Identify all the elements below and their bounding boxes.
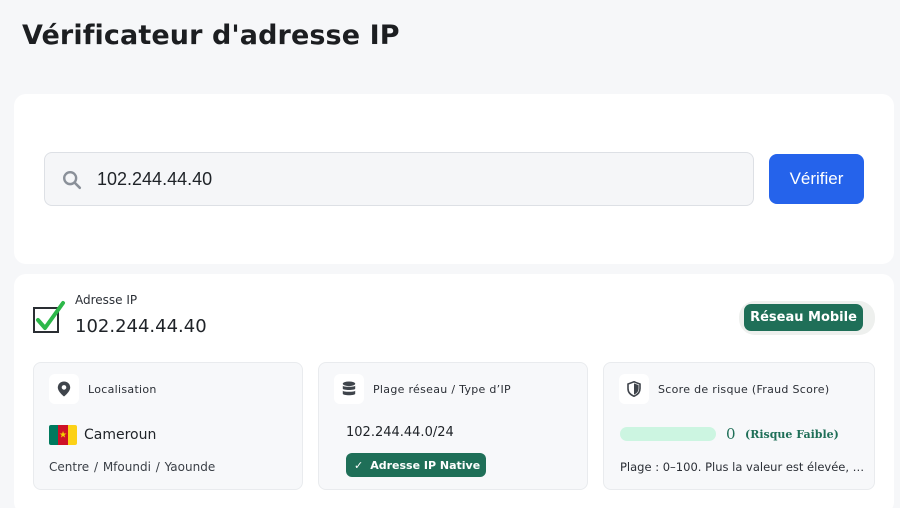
risk-score-card: Score de risque (Fraud Score) 0 (Risque … [603,362,875,490]
cameroon-flag-icon: ★ [49,425,77,445]
mobile-network-badge: Réseau Mobile [744,304,863,331]
path-separator: / [155,460,160,474]
verify-button[interactable]: Vérifier [769,154,864,204]
risk-score-value: 0 [726,425,736,443]
checkmark-icon: ✓ [354,458,364,472]
shield-icon [627,381,641,397]
path-separator: / [93,460,98,474]
risk-score-bar [620,427,716,441]
region-name: Centre [49,460,90,474]
network-icon-box [334,374,364,404]
ip-search-input[interactable] [97,153,737,205]
checkbox-checked-icon [33,301,65,333]
map-pin-icon [57,381,71,397]
network-range-card: Plage réseau / Type d’IP 102.244.44.0/24… [318,362,588,490]
risk-level-label: (Risque Faible) [745,428,839,441]
location-path: Centre / Mfoundi / Yaounde [49,460,215,474]
department-name: Mfoundi [102,460,151,474]
network-badge-container: Réseau Mobile [739,301,875,335]
native-ip-badge: ✓ Adresse IP Native [346,453,487,477]
database-icon [342,381,356,396]
country-name: Cameroun [84,427,157,443]
page-title: Vérificateur d'adresse IP [22,20,400,51]
result-card: Adresse IP 102.244.44.40 Réseau Mobile L… [14,274,894,508]
native-ip-label: Adresse IP Native [370,458,481,472]
risk-icon-box [619,374,649,404]
location-icon-box [49,374,79,404]
risk-score-note: Plage : 0–100. Plus la valeur est élevée… [620,460,865,474]
network-range-title: Plage réseau / Type d’IP [373,383,511,396]
location-title: Localisation [88,383,157,396]
search-card: Vérifier [14,94,894,264]
search-box[interactable] [44,152,754,206]
location-card: Localisation ★ Cameroun Centre / Mfoundi… [33,362,303,490]
network-range-value: 102.244.44.0/24 [346,425,454,440]
ip-address-label: Adresse IP [75,293,138,307]
risk-score-title: Score de risque (Fraud Score) [658,383,830,396]
city-name: Yaounde [164,460,216,474]
search-icon [63,171,82,190]
ip-address-value: 102.244.44.40 [75,316,207,337]
